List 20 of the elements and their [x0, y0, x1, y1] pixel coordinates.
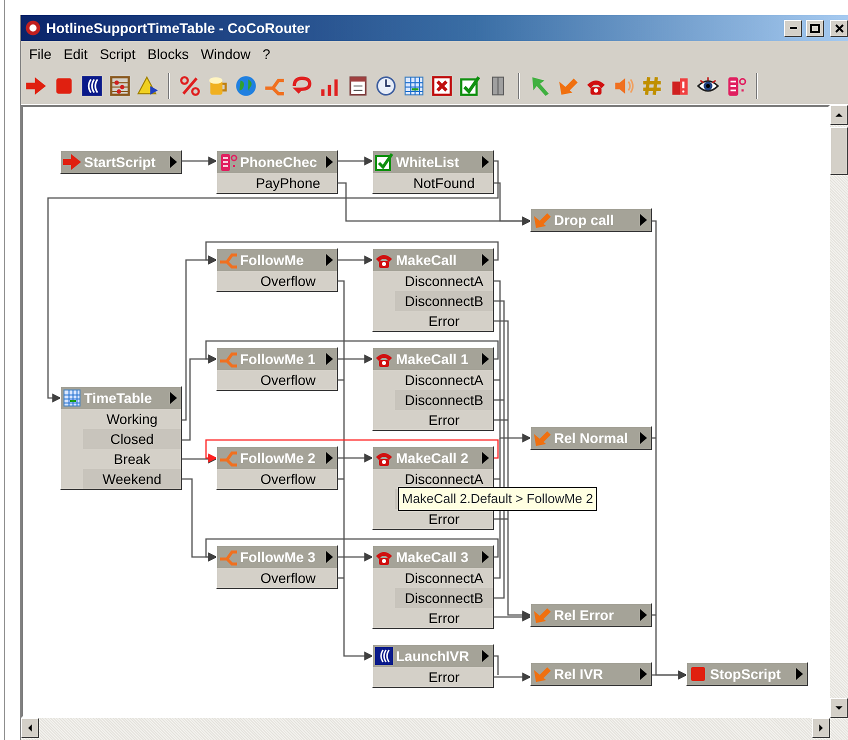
block-title: Drop call — [553, 210, 615, 230]
block-title: Rel Normal — [553, 428, 629, 448]
block-title: MakeCall — [395, 250, 458, 270]
block-title: FollowMe 1 — [239, 350, 316, 368]
window-title: HotlineSupportTimeTable - CoCoRouter — [46, 18, 311, 38]
block-title: MakeCall 1 — [395, 350, 470, 368]
block-title: Rel Error — [553, 606, 615, 624]
block-title: Rel IVR — [553, 664, 604, 684]
block-title: WhiteList — [395, 152, 460, 172]
block-title: LaunchIVR — [395, 646, 470, 666]
block-title: StartScript — [83, 152, 157, 172]
block-title: StopScript — [709, 664, 782, 684]
block-title: PhoneChec — [239, 152, 318, 172]
block-title: FollowMe — [239, 250, 305, 270]
block-title: FollowMe 2 — [239, 448, 316, 468]
block-title: TimeTable — [83, 388, 153, 408]
block-title: MakeCall 2 — [395, 448, 470, 468]
block-title: FollowMe 3 — [239, 548, 316, 566]
block-title: MakeCall 3 — [395, 548, 470, 566]
tooltip: MakeCall 2.Default > FollowMe 2 — [398, 487, 598, 510]
